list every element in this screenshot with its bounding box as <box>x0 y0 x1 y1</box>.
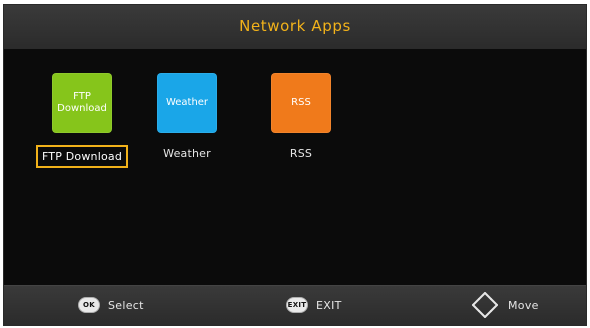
exit-button-icon: EXIT <box>286 297 308 313</box>
app-tile-ftp-download[interactable]: FTP Download <box>52 73 112 133</box>
dpad-icon-svg <box>472 292 498 318</box>
app-ftp-download[interactable]: FTP Download FTP Download <box>32 73 132 168</box>
app-tile-text: Weather <box>165 97 209 108</box>
hint-move: Move <box>470 292 539 318</box>
apps-grid: FTP Download FTP Download Weather Weathe… <box>4 49 586 288</box>
ftp-tile-line-2: Download <box>57 103 107 114</box>
footer-bar: OK Select EXIT EXIT Move <box>4 285 586 325</box>
ftp-tile-line-1: FTP <box>73 91 91 102</box>
hint-select-label: Select <box>108 298 144 312</box>
app-tile-rss[interactable]: RSS <box>271 73 331 133</box>
app-tile-text: FTP Download <box>53 91 111 115</box>
app-tile-weather[interactable]: Weather <box>157 73 217 133</box>
ok-button-icon: OK <box>78 297 100 313</box>
page-title: Network Apps <box>239 17 351 35</box>
app-label-rss[interactable]: RSS <box>290 147 312 160</box>
app-label-ftp-download[interactable]: FTP Download <box>35 145 129 168</box>
hint-exit-label: EXIT <box>316 298 342 312</box>
app-tile-text: RSS <box>291 97 311 108</box>
tv-screen: Network Apps FTP Download FTP Download W… <box>3 4 587 326</box>
app-rss[interactable]: RSS RSS <box>251 73 351 161</box>
hint-exit: EXIT EXIT <box>286 296 342 314</box>
header-bar: Network Apps <box>4 5 586 50</box>
app-weather[interactable]: Weather Weather <box>137 73 237 161</box>
hint-move-label: Move <box>508 298 539 312</box>
dpad-icon <box>470 290 500 320</box>
hint-select: OK Select <box>78 296 144 314</box>
app-label-weather[interactable]: Weather <box>163 147 211 160</box>
